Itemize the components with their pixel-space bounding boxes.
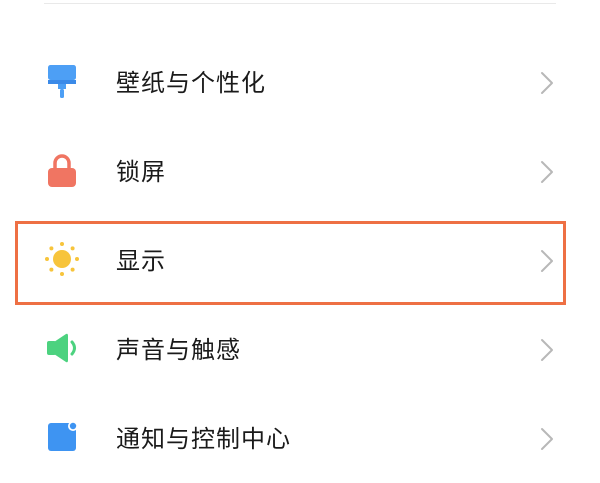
chevron-right-icon [539,160,555,184]
chevron-right-icon [539,427,555,451]
settings-item-notifications-control-center[interactable]: 通知与控制中心 [0,395,600,483]
chevron-right-icon [539,249,555,273]
paint-brush-icon [42,61,82,101]
settings-item-lock-screen[interactable]: 锁屏 [0,128,600,216]
chevron-right-icon [539,338,555,362]
settings-item-sound-haptics[interactable]: 声音与触感 [0,306,600,394]
settings-item-label: 声音与触感 [116,336,241,364]
settings-item-display[interactable]: 显示 [0,217,600,305]
settings-item-wallpaper-personalization[interactable]: 壁纸与个性化 [0,39,600,127]
speaker-icon [42,328,82,368]
sun-icon [42,239,82,279]
settings-item-label: 通知与控制中心 [116,425,291,453]
settings-list: 壁纸与个性化 锁屏 显示 声音与触感 通知与控制中心 [0,0,600,453]
settings-item-label: 壁纸与个性化 [116,69,266,97]
chevron-right-icon [539,71,555,95]
settings-item-label: 锁屏 [116,158,166,186]
notification-icon [42,417,82,457]
lock-icon [42,150,82,190]
settings-item-label: 显示 [116,247,166,275]
